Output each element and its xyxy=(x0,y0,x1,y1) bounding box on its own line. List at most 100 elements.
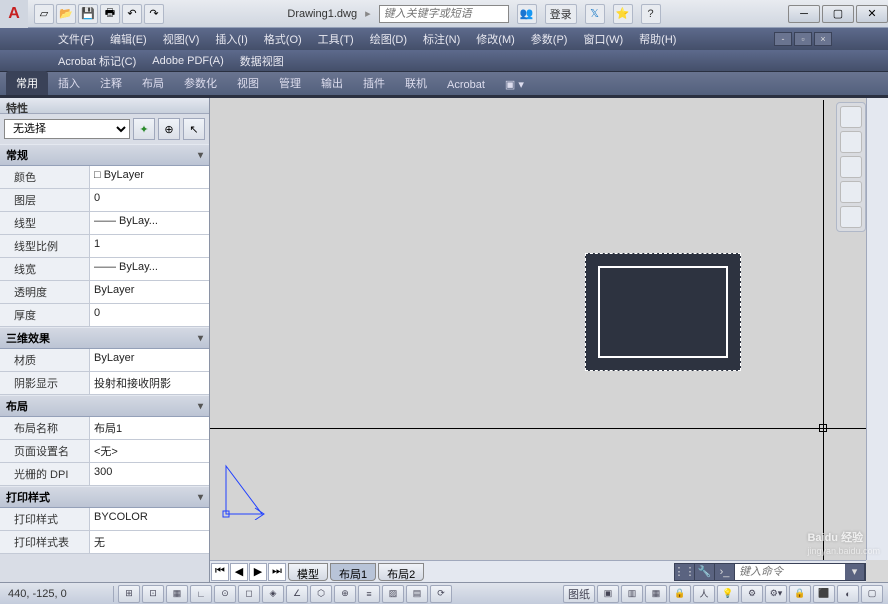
menu-format[interactable]: 格式(O) xyxy=(256,31,310,47)
property-row[interactable]: 页面设置名<无> xyxy=(0,440,209,463)
property-row[interactable]: 打印样式表无 xyxy=(0,531,209,554)
tab-output[interactable]: 输出 xyxy=(311,71,353,95)
tab-parametric[interactable]: 参数化 xyxy=(174,71,227,95)
property-value[interactable]: □ ByLayer xyxy=(90,166,209,188)
tab-home[interactable]: 常用 xyxy=(6,71,48,95)
property-value[interactable]: 0 xyxy=(90,189,209,211)
category-常规[interactable]: 常规▾ xyxy=(0,144,209,166)
property-row[interactable]: 线宽—— ByLay... xyxy=(0,258,209,281)
command-input[interactable] xyxy=(735,564,845,580)
lineweight-icon[interactable]: ≡ xyxy=(358,585,380,603)
annovisibility-icon[interactable]: 💡 xyxy=(717,585,739,603)
property-row[interactable]: 阴影显示投射和接收阴影 xyxy=(0,372,209,395)
maximize-button[interactable]: ▢ xyxy=(822,5,854,23)
ortho-icon[interactable]: ∟ xyxy=(190,585,212,603)
quickprops-icon[interactable]: ▤ xyxy=(406,585,428,603)
property-value[interactable]: 投射和接收阴影 xyxy=(90,372,209,394)
showmotion-icon[interactable] xyxy=(840,206,862,228)
tab-prev-icon[interactable]: ◀ xyxy=(230,563,248,581)
polar-icon[interactable]: ⊙ xyxy=(214,585,236,603)
redo-icon[interactable]: ↷ xyxy=(144,4,164,24)
menu-draw[interactable]: 绘图(D) xyxy=(362,31,415,47)
cmd-dropdown-icon[interactable]: ▾ xyxy=(845,564,865,580)
ribbon-overflow[interactable]: ▣ ▾ xyxy=(495,74,534,95)
paperspace-toggle[interactable]: 图纸 xyxy=(563,585,595,603)
property-value[interactable]: BYCOLOR xyxy=(90,508,209,530)
undo-icon[interactable]: ↶ xyxy=(122,4,142,24)
minimize-button[interactable]: ─ xyxy=(788,5,820,23)
annoscale2-icon[interactable]: 人 xyxy=(693,585,715,603)
pan-icon[interactable] xyxy=(840,131,862,153)
ducs-icon[interactable]: ⬡ xyxy=(310,585,332,603)
menu-tools[interactable]: 工具(T) xyxy=(310,31,362,47)
quickview-layouts-icon[interactable]: ▥ xyxy=(621,585,643,603)
selection-filter[interactable]: 无选择 xyxy=(4,119,130,139)
property-row[interactable]: 线型比例1 xyxy=(0,235,209,258)
cmd-prompt-icon[interactable]: ›_ xyxy=(715,564,735,580)
menu-view[interactable]: 视图(V) xyxy=(155,31,208,47)
workspace-icon[interactable]: ⚙▾ xyxy=(765,585,787,603)
property-row[interactable]: 透明度ByLayer xyxy=(0,281,209,304)
exchange-icon[interactable]: 𝕏 xyxy=(585,4,605,24)
tab-layout[interactable]: 布局 xyxy=(132,71,174,95)
tab-model[interactable]: 模型 xyxy=(288,563,328,581)
property-value[interactable]: 300 xyxy=(90,463,209,485)
app-logo[interactable]: A xyxy=(0,0,28,28)
close-button[interactable]: ✕ xyxy=(856,5,888,23)
isolate-icon[interactable]: ◐ xyxy=(837,585,859,603)
drawing-area[interactable]: ⏮ ◀ ▶ ⏭ 模型 布局1 布局2 ⋮⋮ 🔧 ›_ ▾ Baidu 经验jin… xyxy=(210,98,888,582)
tab-annotate[interactable]: 注释 xyxy=(90,71,132,95)
orbit-icon[interactable] xyxy=(840,181,862,203)
dyn-icon[interactable]: ⊕ xyxy=(334,585,356,603)
pickadd-icon[interactable]: ⊕ xyxy=(158,118,180,140)
mdi-minimize[interactable]: - xyxy=(774,32,792,46)
cleanscreen-icon[interactable]: ▢ xyxy=(861,585,883,603)
property-value[interactable]: ByLayer xyxy=(90,349,209,371)
category-布局[interactable]: 布局▾ xyxy=(0,395,209,417)
menu-help[interactable]: 帮助(H) xyxy=(631,31,684,47)
otrack-icon[interactable]: ∠ xyxy=(286,585,308,603)
menu-acrobat-markup[interactable]: Acrobat 标记(C) xyxy=(50,53,144,69)
tab-next-icon[interactable]: ▶ xyxy=(249,563,267,581)
tab-insert[interactable]: 插入 xyxy=(48,71,90,95)
tab-first-icon[interactable]: ⏮ xyxy=(211,563,229,581)
toolbar-lock-icon[interactable]: 🔒 xyxy=(789,585,811,603)
mdi-restore[interactable]: ▫ xyxy=(794,32,812,46)
tab-layout2[interactable]: 布局2 xyxy=(378,563,424,581)
snap-icon[interactable]: ⊡ xyxy=(142,585,164,603)
login-button[interactable]: 登录 xyxy=(545,4,577,24)
tab-last-icon[interactable]: ⏭ xyxy=(268,563,286,581)
property-value[interactable]: 无 xyxy=(90,531,209,553)
tab-online[interactable]: 联机 xyxy=(395,71,437,95)
tab-layout1[interactable]: 布局1 xyxy=(330,563,376,581)
selection-cycling-icon[interactable]: ⟳ xyxy=(430,585,452,603)
full-nav-icon[interactable] xyxy=(840,106,862,128)
osnap-icon[interactable]: ◻ xyxy=(238,585,260,603)
cmd-handle-icon[interactable]: ⋮⋮ xyxy=(675,564,695,580)
property-row[interactable]: 颜色□ ByLayer xyxy=(0,166,209,189)
search-icon[interactable]: 👥 xyxy=(517,4,537,24)
property-value[interactable]: —— ByLay... xyxy=(90,212,209,234)
category-三维效果[interactable]: 三维效果▾ xyxy=(0,327,209,349)
menu-adobe-pdf[interactable]: Adobe PDF(A) xyxy=(144,55,232,67)
select-objects-icon[interactable]: ↖ xyxy=(183,118,205,140)
quickview-drawings-icon[interactable]: ▦ xyxy=(645,585,667,603)
property-value[interactable]: 布局1 xyxy=(90,417,209,439)
cmd-recent-icon[interactable]: 🔧 xyxy=(695,564,715,580)
property-value[interactable]: 0 xyxy=(90,304,209,326)
annoautoscale-icon[interactable]: ⚙ xyxy=(741,585,763,603)
property-row[interactable]: 打印样式BYCOLOR xyxy=(0,508,209,531)
property-row[interactable]: 线型—— ByLay... xyxy=(0,212,209,235)
menu-dimension[interactable]: 标注(N) xyxy=(415,31,468,47)
property-row[interactable]: 厚度0 xyxy=(0,304,209,327)
property-value[interactable]: —— ByLay... xyxy=(90,258,209,280)
tab-view[interactable]: 视图 xyxy=(227,71,269,95)
menu-window[interactable]: 窗口(W) xyxy=(575,31,631,47)
save-icon[interactable]: 💾 xyxy=(78,4,98,24)
hardware-accel-icon[interactable]: ⬛ xyxy=(813,585,835,603)
coordinate-readout[interactable]: 440, -125, 0 xyxy=(0,588,110,600)
property-row[interactable]: 布局名称布局1 xyxy=(0,417,209,440)
open-icon[interactable]: 📂 xyxy=(56,4,76,24)
property-row[interactable]: 光栅的 DPI300 xyxy=(0,463,209,486)
property-row[interactable]: 图层0 xyxy=(0,189,209,212)
